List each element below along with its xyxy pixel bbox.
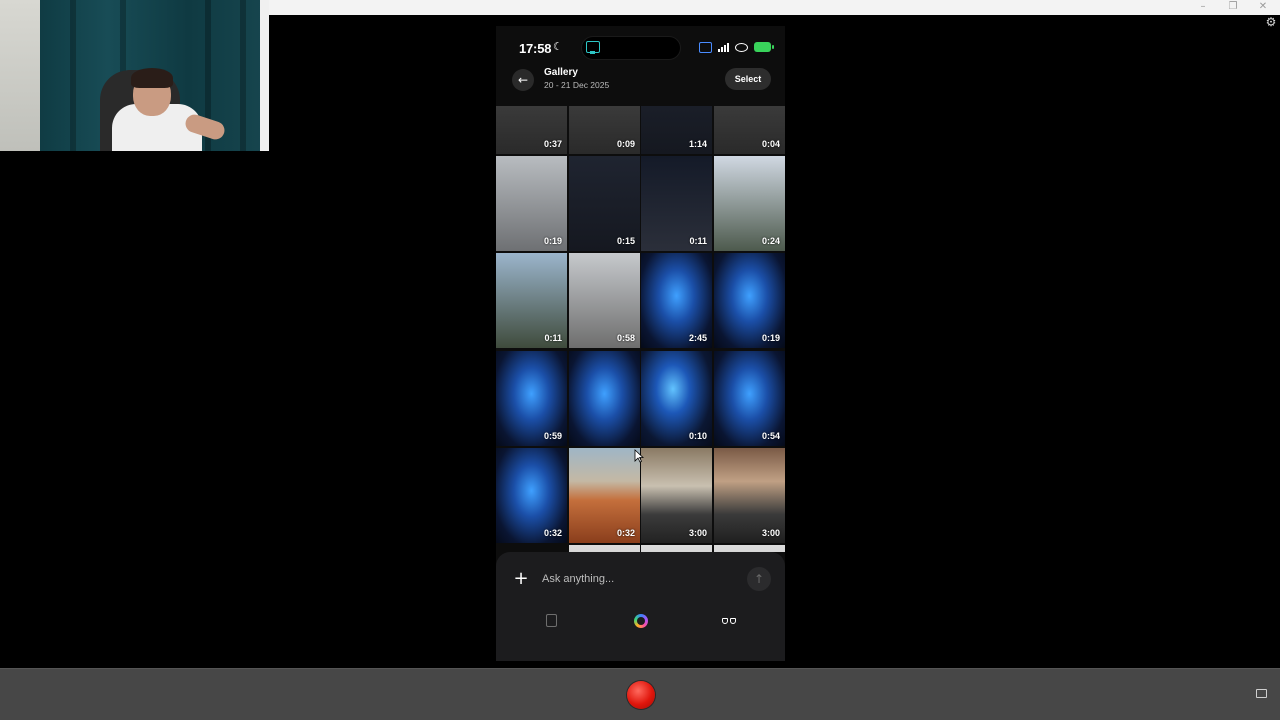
video-duration: 0:19 — [761, 333, 780, 343]
gallery-header: ← Gallery 20 - 21 Dec 2025 Select — [496, 64, 785, 106]
video-duration: 0:19 — [543, 236, 562, 246]
media-thumbnail[interactable] — [714, 545, 785, 552]
ask-composer: + ↑ — [496, 552, 785, 661]
media-thumbnail[interactable]: 0:04 — [714, 106, 785, 154]
webcam-wall — [0, 0, 40, 151]
video-duration: 1:14 — [688, 139, 707, 149]
close-icon[interactable]: ✕ — [1248, 0, 1278, 14]
record-button[interactable] — [627, 681, 655, 709]
video-duration: 0:32 — [616, 528, 635, 538]
back-button[interactable]: ← — [512, 69, 534, 91]
media-thumbnail[interactable]: 0:11 — [641, 156, 712, 251]
video-duration: 0:24 — [761, 236, 780, 246]
date-range: 20 - 21 Dec 2025 — [544, 80, 610, 90]
media-thumbnail[interactable] — [569, 351, 640, 446]
battery-icon — [754, 42, 774, 52]
signal-icon — [718, 42, 729, 52]
webcam-edge — [260, 0, 269, 151]
media-thumbnail[interactable]: 3:00 — [714, 448, 785, 543]
media-thumbnail[interactable]: 1:14 — [641, 106, 712, 154]
eye-icon — [735, 42, 748, 52]
video-duration: 0:11 — [689, 236, 707, 246]
ask-input[interactable] — [542, 568, 732, 590]
video-duration: 0:58 — [616, 333, 635, 343]
video-duration: 2:45 — [688, 333, 707, 343]
add-attachment-button[interactable]: + — [510, 568, 532, 590]
video-duration: 0:37 — [543, 139, 562, 149]
select-button[interactable]: Select — [725, 68, 771, 90]
send-button[interactable]: ↑ — [747, 567, 771, 591]
webcam-person-hair — [131, 68, 173, 88]
video-duration: 0:04 — [761, 139, 780, 149]
video-duration: 0:15 — [616, 236, 635, 246]
minimize-icon[interactable]: – — [1188, 0, 1218, 14]
media-thumbnail[interactable] — [641, 545, 712, 552]
media-thumbnail[interactable]: 0:10 — [641, 351, 712, 446]
glasses-icon[interactable] — [722, 616, 736, 625]
video-duration: 3:00 — [688, 528, 707, 538]
media-thumbnail[interactable]: 0:59 — [496, 351, 567, 446]
media-grid: 0:37 0:09 1:14 0:04 0:19 0:15 0:11 0:24 … — [496, 106, 785, 552]
video-duration: 3:00 — [761, 528, 780, 538]
status-time: 17:58 — [519, 41, 552, 56]
media-thumbnail[interactable]: 0:58 — [569, 253, 640, 348]
webcam-overlay — [0, 0, 269, 151]
page-title: Gallery — [544, 67, 578, 78]
media-thumbnail[interactable]: 0:37 — [496, 106, 567, 154]
host-bottom-toolbar — [0, 668, 1280, 720]
folder-icon[interactable] — [1256, 689, 1267, 698]
video-duration: 0:54 — [761, 431, 780, 441]
video-duration: 0:11 — [544, 333, 562, 343]
host-window-titlebar: – ❐ ✕ — [269, 0, 1280, 15]
moon-icon: ☾ — [553, 40, 563, 53]
media-thumbnail[interactable]: 0:09 — [569, 106, 640, 154]
screen-cast-icon — [586, 41, 600, 54]
media-thumbnail[interactable]: 0:11 — [496, 253, 567, 348]
media-thumbnail[interactable]: 2:45 — [641, 253, 712, 348]
screen-mirror-icon — [699, 41, 712, 53]
video-duration: 0:10 — [688, 431, 707, 441]
media-thumbnail[interactable]: 0:19 — [714, 253, 785, 348]
dynamic-island — [581, 36, 681, 60]
webcam-curtain-fold — [240, 0, 246, 151]
media-thumbnail[interactable]: 0:19 — [496, 156, 567, 251]
phone-mirror-window: 17:58 ☾ ← Gallery 20 - 21 Dec 2025 Selec… — [496, 26, 785, 661]
media-thumbnail[interactable]: 3:00 — [641, 448, 712, 543]
media-thumbnail[interactable]: 0:54 — [714, 351, 785, 446]
status-icons — [699, 41, 774, 53]
video-duration: 0:09 — [616, 139, 635, 149]
media-thumbnail[interactable]: 0:32 — [569, 448, 640, 543]
video-duration: 0:59 — [543, 431, 562, 441]
media-thumbnail[interactable]: 0:24 — [714, 156, 785, 251]
video-duration: 0:32 — [543, 528, 562, 538]
media-thumbnail[interactable] — [569, 545, 640, 552]
settings-gear-icon[interactable]: ⚙ — [1264, 15, 1278, 29]
media-thumbnail[interactable]: 0:32 — [496, 448, 567, 543]
media-thumbnail[interactable]: 0:15 — [569, 156, 640, 251]
device-tab-icon[interactable] — [546, 614, 557, 627]
restore-icon[interactable]: ❐ — [1218, 0, 1248, 14]
webcam-curtain-fold — [70, 0, 76, 151]
ai-assistant-icon[interactable] — [634, 614, 648, 628]
screen: – ❐ ✕ ⚙ 17:58 ☾ ← Gallery 20 - 21 Dec 20… — [0, 0, 1280, 720]
